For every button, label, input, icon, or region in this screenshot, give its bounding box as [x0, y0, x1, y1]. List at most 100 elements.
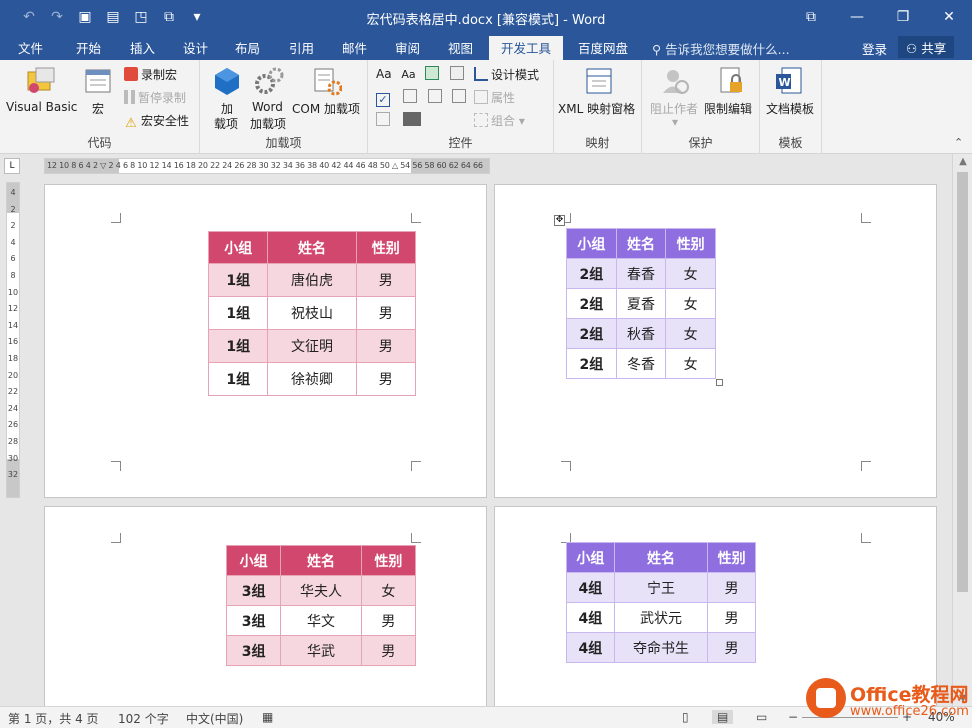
header-cell[interactable]: 小组 — [566, 228, 617, 259]
sign-in-link[interactable]: 登录 — [862, 39, 887, 58]
table-cell[interactable]: 1组 — [207, 263, 269, 297]
table-cell[interactable]: 1组 — [207, 329, 269, 363]
macros-button[interactable]: 宏 — [92, 100, 104, 117]
scroll-up-icon[interactable]: ▲ — [953, 156, 972, 167]
table-cell[interactable]: 男 — [355, 362, 417, 396]
header-cell[interactable]: 姓名 — [280, 545, 362, 576]
header-cell[interactable]: 小组 — [225, 545, 282, 576]
visual-basic-button[interactable]: Visual Basic — [6, 100, 77, 114]
xml-mapping-pane-button[interactable]: XML 映射窗格 — [558, 100, 635, 117]
plain-text-control-icon[interactable]: Aa — [401, 68, 415, 81]
table-cell[interactable]: 2组 — [566, 258, 617, 289]
table-cell[interactable]: 宁王 — [613, 572, 709, 603]
table-group-4[interactable]: 小组 姓名 性别 4组 宁王男 4组 武状元男 4组 夺命书生男 — [566, 542, 756, 663]
tell-me-search[interactable]: ⚲ 告诉我您想要做什么... — [652, 39, 790, 58]
page-3[interactable]: 小组 姓名 性别 3组 华夫人女 3组 华文男 3组 华武男 — [44, 506, 487, 706]
combobox-control-icon[interactable] — [402, 89, 417, 103]
table-cell[interactable]: 2组 — [566, 288, 617, 319]
table-cell[interactable]: 秋香 — [615, 318, 667, 349]
ribbon-display-options-button[interactable]: ⧉ — [788, 0, 834, 34]
tab-file[interactable]: 文件 — [18, 38, 43, 57]
page-1[interactable]: 小组 姓名 性别 1组 唐伯虎男 1组 祝枝山男 1组 文征明男 1组 徐祯卿男 — [44, 184, 487, 498]
header-cell[interactable]: 姓名 — [267, 231, 357, 264]
word-count[interactable]: 102 个字 — [118, 710, 169, 727]
table-cell[interactable]: 华文 — [280, 605, 362, 636]
table-cell[interactable]: 男 — [360, 635, 417, 666]
table-cell[interactable]: 男 — [707, 632, 756, 663]
macro-security-button[interactable]: ⚠ 宏安全性 — [124, 112, 189, 131]
word-addins-line2[interactable]: 加载项 — [250, 115, 286, 132]
date-picker-icon[interactable] — [452, 89, 467, 103]
tab-baidu-netdisk[interactable]: 百度网盘 — [578, 38, 628, 57]
tab-references[interactable]: 引用 — [289, 38, 314, 57]
table-cell[interactable]: 男 — [707, 572, 756, 603]
header-cell[interactable]: 姓名 — [613, 542, 709, 573]
tab-insert[interactable]: 插入 — [130, 38, 155, 57]
picture-control-icon[interactable] — [425, 66, 440, 80]
table-cell[interactable]: 女 — [665, 288, 716, 319]
table-cell[interactable]: 2组 — [566, 318, 617, 349]
table-cell[interactable]: 男 — [355, 263, 417, 297]
vertical-scrollbar[interactable]: ▲ ▼ — [952, 154, 972, 706]
header-cell[interactable]: 性别 — [360, 545, 417, 576]
horizontal-ruler[interactable]: 12 10 8 6 4 2 ▽ 2 4 6 8 10 12 14 16 18 2… — [44, 158, 490, 174]
header-cell[interactable]: 小组 — [566, 542, 615, 573]
table-cell[interactable]: 男 — [360, 605, 417, 636]
table-cell[interactable]: 3组 — [225, 575, 282, 606]
collapse-ribbon-icon[interactable]: ⌃ — [954, 136, 963, 149]
zoom-out-icon[interactable]: − — [788, 710, 798, 724]
legacy-tools-icon[interactable] — [402, 112, 421, 126]
table-cell[interactable]: 4组 — [566, 632, 615, 663]
header-cell[interactable]: 小组 — [207, 231, 269, 264]
table-cell[interactable]: 华夫人 — [280, 575, 362, 606]
table-cell[interactable]: 徐祯卿 — [267, 362, 357, 396]
table-cell[interactable]: 夺命书生 — [613, 632, 709, 663]
addins-line2[interactable]: 载项 — [214, 115, 238, 132]
restrict-editing-button[interactable]: 限制编辑 — [704, 100, 752, 117]
tab-selector[interactable]: L — [4, 158, 20, 174]
print-layout-icon[interactable]: ▤ — [712, 710, 734, 724]
tab-design[interactable]: 设计 — [183, 38, 208, 57]
restore-button[interactable]: ❐ — [880, 0, 926, 34]
table-cell[interactable]: 祝枝山 — [267, 296, 357, 330]
table-cell[interactable]: 武状元 — [613, 602, 709, 633]
table-group-2[interactable]: 小组 姓名 性别 2组 春香女 2组 夏香女 2组 秋香女 2组 冬香女 — [566, 228, 716, 379]
page-count[interactable]: 第 1 页，共 4 页 — [8, 710, 99, 727]
tab-review[interactable]: 审阅 — [395, 38, 420, 57]
design-mode-button[interactable]: 设计模式 — [474, 66, 539, 83]
header-cell[interactable]: 性别 — [707, 542, 756, 573]
table-cell[interactable]: 女 — [665, 348, 716, 379]
table-cell[interactable]: 女 — [665, 258, 716, 289]
table-cell[interactable]: 4组 — [566, 572, 615, 603]
repeating-section-icon[interactable] — [376, 112, 390, 126]
record-macro-button[interactable]: 录制宏 — [124, 66, 177, 83]
table-cell[interactable]: 3组 — [225, 635, 282, 666]
table-move-handle[interactable]: ✥ — [554, 215, 565, 226]
tab-home[interactable]: 开始 — [76, 38, 101, 57]
table-resize-handle[interactable] — [716, 379, 723, 386]
table-cell[interactable]: 唐伯虎 — [267, 263, 357, 297]
rich-text-control-icon[interactable]: Aa — [376, 67, 392, 81]
word-addins-line1[interactable]: Word — [252, 100, 283, 114]
dropdown-control-icon[interactable] — [427, 89, 442, 103]
table-cell[interactable]: 女 — [665, 318, 716, 349]
tab-mailings[interactable]: 邮件 — [342, 38, 367, 57]
share-button[interactable]: ⚇ 共享 — [898, 36, 955, 58]
tab-view[interactable]: 视图 — [448, 38, 473, 57]
header-cell[interactable]: 姓名 — [615, 228, 667, 259]
checkbox-control-icon[interactable]: ✓ — [376, 93, 390, 107]
com-addins-button[interactable]: COM 加载项 — [292, 100, 360, 117]
page-2[interactable]: ✥ 小组 姓名 性别 2组 春香女 2组 夏香女 2组 秋香女 2组 冬香女 — [494, 184, 937, 498]
table-cell[interactable]: 1组 — [207, 362, 269, 396]
table-cell[interactable]: 4组 — [566, 602, 615, 633]
table-group-1[interactable]: 小组 姓名 性别 1组 唐伯虎男 1组 祝枝山男 1组 文征明男 1组 徐祯卿男 — [207, 231, 417, 396]
vertical-ruler[interactable]: 4 2 2 4 6 8 10 12 14 16 18 20 22 24 26 2… — [6, 182, 20, 498]
header-cell[interactable]: 性别 — [665, 228, 716, 259]
table-cell[interactable]: 男 — [707, 602, 756, 633]
table-cell[interactable]: 华武 — [280, 635, 362, 666]
language-indicator[interactable]: 中文(中国) — [186, 710, 243, 727]
table-cell[interactable]: 2组 — [566, 348, 617, 379]
page-4[interactable]: 小组 姓名 性别 4组 宁王男 4组 武状元男 4组 夺命书生男 — [494, 506, 937, 706]
scrollbar-thumb[interactable] — [957, 172, 968, 592]
table-cell[interactable]: 女 — [360, 575, 417, 606]
